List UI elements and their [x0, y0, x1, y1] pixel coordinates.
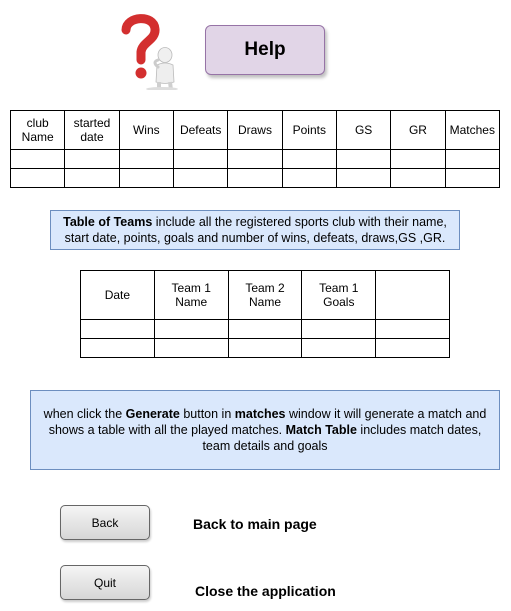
teams-table-header-text: date: [80, 130, 104, 144]
teams-table-cell: [335, 149, 392, 169]
teams-table-cell: [9, 149, 66, 169]
teams-table-cell: [64, 168, 120, 188]
teams-table: club Name started date Wins Defeats Draws Point…: [9, 110, 501, 188]
matches-table-cell: [80, 319, 155, 339]
matches-info-text-1: when click the: [43, 407, 126, 421]
matches-table-header-cell: Team 1 Goals: [301, 270, 377, 320]
matches-table-cell: [227, 338, 303, 358]
teams-table-header-cell: GR: [390, 110, 446, 150]
matches-table: Date Team 1 Name Team 2 Name Team 1 Goals: [80, 270, 450, 358]
teams-table-cell: [444, 168, 501, 188]
matches-table-cell: [301, 319, 377, 339]
teams-table-header-text: club: [26, 116, 49, 130]
teams-table-cell: [281, 168, 337, 188]
matches-info-box: when click the Generate button in matche…: [30, 390, 500, 470]
quit-description: Close the application: [195, 583, 336, 599]
teams-table-header-cell: club Name: [9, 110, 66, 150]
teams-table-header-cell: Draws: [227, 110, 283, 150]
teams-table-header-text: Points: [292, 123, 326, 137]
matches-table-header-text: Goals: [323, 295, 355, 309]
matches-table-header-text: Team 1: [319, 281, 359, 295]
matches-table-header-text: Name: [175, 295, 208, 309]
match-table-label: Match Table: [285, 423, 357, 437]
matches-table-cell: [375, 319, 450, 339]
teams-table-cell: [172, 149, 229, 169]
matches-table-header-cell: Team 1 Name: [153, 270, 229, 320]
back-button[interactable]: Back: [60, 505, 150, 540]
matches-table-header-cell: [375, 270, 450, 320]
matches-table-cell: [153, 319, 229, 339]
teams-table-cell: [390, 168, 446, 188]
teams-table-row: [9, 149, 501, 169]
teams-table-cell: [172, 168, 229, 188]
quit-button[interactable]: Quit: [60, 565, 150, 600]
teams-table-header-row: club Name started date Wins Defeats Draws Point…: [9, 110, 501, 150]
teams-table-header-text: Name: [21, 130, 54, 144]
teams-table-cell: [281, 149, 337, 169]
teams-table-header-text: Matches: [449, 123, 495, 137]
matches-table-cell: [80, 338, 155, 358]
teams-table-cell: [444, 149, 501, 169]
teams-table-cell: [9, 168, 66, 188]
matches-table-header-cell: Team 2 Name: [227, 270, 303, 320]
matches-table-row: [80, 338, 450, 358]
teams-table-header-cell: Matches: [444, 110, 501, 150]
teams-table-header-cell: Points: [281, 110, 337, 150]
teams-table-cell: [118, 168, 174, 188]
teams-info-label: Table of Teams: [63, 215, 153, 229]
teams-table-cell: [390, 149, 446, 169]
matches-table-cell: [153, 338, 229, 358]
matches-table-cell: [227, 319, 303, 339]
generate-label: Generate: [125, 407, 180, 421]
teams-table-header-cell: Wins: [118, 110, 174, 150]
teams-table-header-text: Draws: [237, 123, 272, 137]
teams-table-header-cell: Defeats: [172, 110, 229, 150]
matches-table-cell: [375, 338, 450, 358]
matches-info-text-2: button in: [179, 407, 235, 421]
matches-table-header-text: Date: [104, 288, 131, 302]
matches-table-header-text: Team 1: [171, 281, 211, 295]
matches-table-cell: [301, 338, 377, 358]
matches-window-label: matches: [234, 407, 286, 421]
teams-table-header-cell: GS: [335, 110, 392, 150]
teams-table-header-text: GR: [408, 123, 427, 137]
teams-table-cell: [227, 168, 283, 188]
matches-table-header-text: Name: [248, 295, 281, 309]
question-mark-person-icon: [110, 10, 190, 91]
help-title-button: Help: [205, 25, 325, 75]
matches-table-header-row: Date Team 1 Name Team 2 Name Team 1 Goals: [80, 270, 450, 320]
teams-info-box: Table of Teams include all the registere…: [50, 210, 460, 250]
teams-table-cell: [64, 149, 120, 169]
teams-table-header-cell: started date: [64, 110, 120, 150]
teams-table-cell: [227, 149, 283, 169]
teams-table-header-text: Wins: [132, 123, 160, 137]
back-description: Back to main page: [193, 516, 317, 532]
teams-table-cell: [335, 168, 392, 188]
teams-table-cell: [118, 149, 174, 169]
teams-table-header-text: GS: [354, 123, 373, 137]
matches-table-row: [80, 319, 450, 339]
teams-table-row: [9, 168, 501, 188]
matches-table-header-text: Team 2: [245, 281, 285, 295]
teams-table-header-text: Defeats: [179, 123, 222, 137]
matches-table-header-cell: Date: [80, 270, 155, 320]
teams-table-header-text: started: [73, 116, 111, 130]
